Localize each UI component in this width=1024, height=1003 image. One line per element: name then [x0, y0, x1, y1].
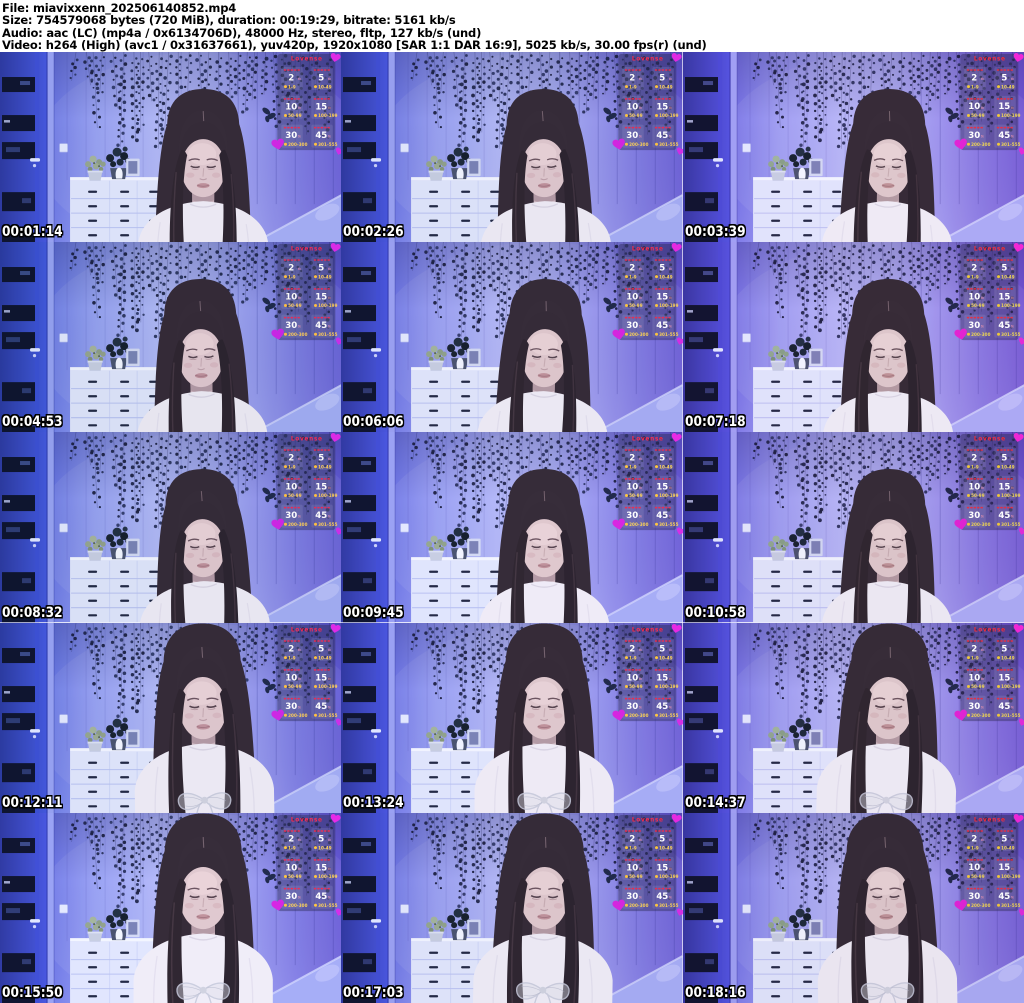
tip-menu-overlay: [612, 53, 682, 157]
tip-menu-overlay: [612, 243, 682, 347]
timestamp-overlay: 00:06:06: [343, 414, 404, 431]
video-thumbnail: 00:08:32: [0, 432, 342, 623]
video-thumbnail: 00:14:37: [682, 622, 1024, 813]
thumbnail-scene: [0, 812, 342, 1003]
thumbnail-scene: [0, 242, 342, 433]
thumbnail-scene: [341, 242, 683, 433]
tip-menu-overlay: [271, 813, 341, 917]
timestamp-overlay: 00:03:39: [684, 224, 746, 241]
video-thumbnail: 00:17:03: [341, 812, 683, 1003]
meta-video-line: Video: h264 (High) (avc1 / 0x31637661), …: [2, 38, 707, 53]
tip-menu-overlay: [612, 433, 682, 537]
tip-menu-overlay: [954, 433, 1024, 537]
tip-menu-overlay: [612, 813, 682, 917]
video-thumbnail: 00:18:16: [682, 812, 1024, 1003]
video-thumbnail: 00:13:24: [341, 622, 683, 813]
timestamp-overlay: 00:15:50: [2, 984, 63, 1001]
video-thumbnail: 00:15:50: [0, 812, 342, 1003]
timestamp-overlay: 00:09:45: [343, 604, 404, 621]
timestamp-overlay: 00:17:03: [343, 984, 404, 1001]
thumbnail-scene: [341, 432, 683, 623]
timestamp-overlay: 00:13:24: [343, 794, 404, 811]
video-thumbnail: 00:04:53: [0, 242, 342, 433]
video-thumbnail: 00:01:14: [0, 52, 342, 243]
thumbnail-scene: [682, 812, 1024, 1003]
thumbnail-scene: [341, 812, 683, 1003]
tip-menu-overlay: [271, 623, 341, 727]
thumbnail-grid: 00:01:14 00:02:26 00:03:39 00:04:53 00:0…: [0, 52, 1024, 1003]
video-contact-sheet: File: miavixxenn_202506140852.mp4 Size: …: [0, 0, 1024, 1003]
thumbnail-scene: [682, 622, 1024, 813]
tip-menu-overlay: [612, 623, 682, 727]
video-thumbnail: 00:06:06: [341, 242, 683, 433]
tip-menu-overlay: [271, 53, 341, 157]
video-thumbnail: 00:07:18: [682, 242, 1024, 433]
timestamp-overlay: 00:01:14: [2, 224, 63, 241]
video-thumbnail: 00:02:26: [341, 52, 683, 243]
timestamp-overlay: 00:18:16: [684, 984, 746, 1001]
thumbnail-scene: [341, 622, 683, 813]
timestamp-overlay: 00:04:53: [2, 414, 63, 431]
video-thumbnail: 00:09:45: [341, 432, 683, 623]
timestamp-overlay: 00:14:37: [684, 794, 746, 811]
tip-menu-overlay: [954, 243, 1024, 347]
thumbnail-scene: [682, 52, 1024, 243]
tip-menu-overlay: [954, 623, 1024, 727]
video-thumbnail: 00:10:58: [682, 432, 1024, 623]
thumbnail-scene: [0, 432, 342, 623]
thumbnail-scene: [0, 622, 342, 813]
timestamp-overlay: 00:10:58: [684, 604, 746, 621]
video-thumbnail: 00:12:11: [0, 622, 342, 813]
timestamp-overlay: 00:07:18: [684, 414, 746, 431]
timestamp-overlay: 00:02:26: [343, 224, 404, 241]
tip-menu-overlay: [954, 53, 1024, 157]
thumbnail-scene: [0, 52, 342, 243]
thumbnail-scene: [682, 242, 1024, 433]
timestamp-overlay: 00:12:11: [2, 794, 63, 811]
thumbnail-scene: [682, 432, 1024, 623]
metadata-header: File: miavixxenn_202506140852.mp4 Size: …: [0, 0, 1024, 52]
timestamp-overlay: 00:08:32: [2, 604, 63, 621]
tip-menu-overlay: [271, 433, 341, 537]
tip-menu-overlay: [271, 243, 341, 347]
meta-size-line: Size: 754579068 bytes (720 MiB), duratio…: [2, 13, 456, 28]
thumbnail-scene: [341, 52, 683, 243]
video-thumbnail: 00:03:39: [682, 52, 1024, 243]
tip-menu-overlay: [954, 813, 1024, 917]
